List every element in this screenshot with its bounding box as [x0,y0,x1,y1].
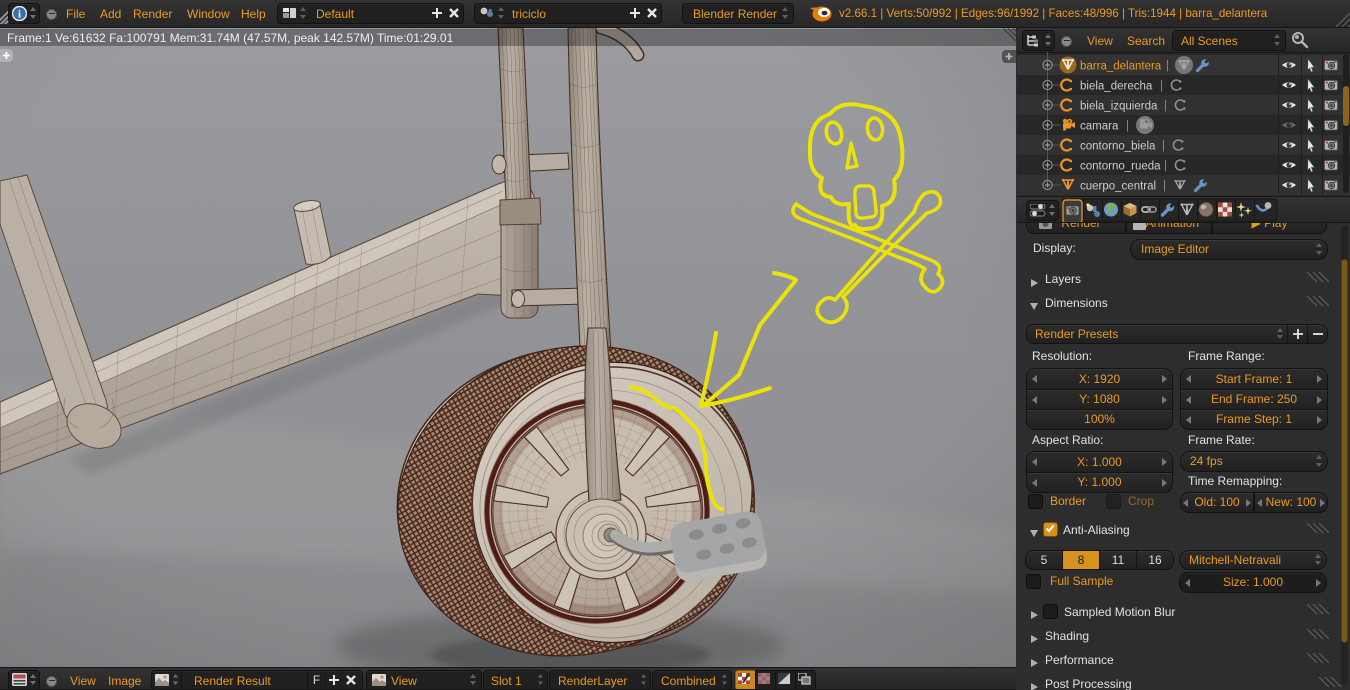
svg-text:|: | [1160,80,1163,92]
svg-text:|: | [1164,100,1167,112]
svg-text:|: | [1163,180,1166,192]
svg-text:contorno_biela: contorno_biela [1080,141,1156,153]
svg-text:|: | [1164,160,1167,172]
svg-text:cuerpo_central: cuerpo_central [1080,181,1156,193]
svg-text:barra_delantera: barra_delantera [1080,61,1162,73]
svg-text:biela_derecha: biela_derecha [1080,81,1153,93]
svg-text:contorno_rueda: contorno_rueda [1080,161,1161,173]
svg-text:i: i [18,9,21,21]
svg-text:|: | [1166,60,1169,72]
svg-text:|: | [1162,140,1165,152]
svg-text:camara: camara [1080,121,1119,133]
svg-text:biela_izquierda: biela_izquierda [1080,101,1158,113]
svg-text:|: | [1126,120,1129,132]
